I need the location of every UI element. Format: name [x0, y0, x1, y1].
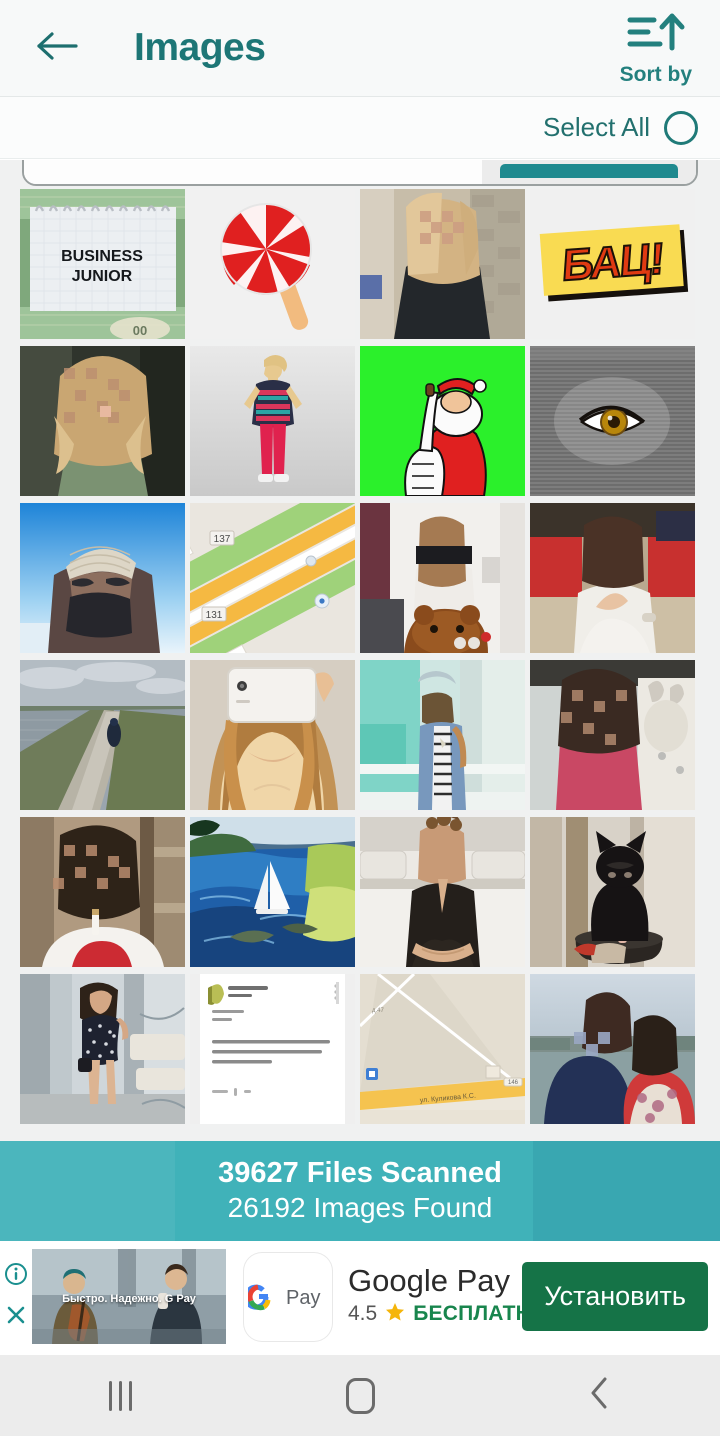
star-icon [384, 1301, 406, 1328]
image-grid-scroll-area[interactable]: 00 BUSINESS JUNIOR БАЦ! 137 131 ул. Кули… [0, 160, 720, 1141]
grid-item[interactable] [20, 503, 185, 653]
grid-item[interactable] [20, 974, 185, 1124]
grid-item[interactable] [530, 974, 695, 1124]
grid-item[interactable] [360, 346, 525, 496]
svg-text:137: 137 [214, 534, 231, 545]
grid-item[interactable] [190, 974, 355, 1124]
couple-outdoors [530, 974, 695, 1124]
grid-item[interactable] [530, 346, 695, 496]
back-nav-button[interactable] [480, 1355, 720, 1436]
grid-item[interactable] [20, 817, 185, 967]
google-pay-icon: Pay [244, 1252, 332, 1341]
eye-optical-illusion [530, 346, 695, 496]
images-found-label: 26192 Images Found [227, 1192, 493, 1224]
ad-title: Google Pay [348, 1263, 510, 1299]
scan-band-left-veil [0, 1141, 175, 1241]
grid-item[interactable] [190, 817, 355, 967]
grid-item[interactable] [360, 503, 525, 653]
grid-item[interactable] [20, 346, 185, 496]
svg-text:146: 146 [508, 1080, 519, 1086]
black-cat-sitting [530, 817, 695, 967]
grid-item[interactable] [190, 346, 355, 496]
svg-text:BUSINESS: BUSINESS [61, 248, 143, 265]
recents-icon [108, 1380, 132, 1411]
girl-pink-top-cat [530, 660, 695, 810]
sort-by-label: Sort by [619, 62, 692, 86]
select-all-checkbox[interactable] [664, 110, 698, 145]
business-junior-notebook: 00 BUSINESS JUNIOR [20, 189, 185, 339]
woman-black-blouse [360, 817, 525, 967]
sailboat-painting [190, 817, 355, 967]
girl-standing-studio [190, 346, 355, 496]
girl-denim-jacket [360, 660, 525, 810]
ad-subtitle: 4.5 БЕСПЛАТНО [348, 1301, 547, 1328]
scan-band-right-veil [533, 1141, 720, 1241]
search-apply-button[interactable] [482, 160, 696, 184]
arrow-left-icon [36, 29, 80, 68]
select-all-label: Select All [543, 112, 650, 142]
curly-hair-portrait [20, 346, 185, 496]
grid-item[interactable]: 137 131 [190, 503, 355, 653]
grid-item[interactable] [530, 817, 695, 967]
map-screenshot-street: ул. Куликова К.С. 146 д.47 [360, 974, 525, 1124]
phone-mirror-selfie [190, 660, 355, 810]
grid-item[interactable] [20, 660, 185, 810]
select-all-bar: Select All [0, 97, 720, 159]
winter-portrait-sky [20, 503, 185, 653]
grid-item[interactable] [530, 660, 695, 810]
svg-text:00: 00 [133, 323, 147, 338]
recents-button[interactable] [0, 1355, 240, 1436]
ad-banner[interactable]: Быстро. Надежно. G Pay Pay Google Pay 4.… [0, 1246, 720, 1347]
ad-rating: 4.5 [348, 1302, 378, 1326]
grid-item[interactable] [360, 189, 525, 339]
info-icon[interactable] [4, 1262, 28, 1291]
app-header: Images Sort by [0, 0, 720, 97]
grid-item[interactable]: ул. Куликова К.С. 146 д.47 [360, 974, 525, 1124]
grid-item[interactable] [360, 817, 525, 967]
svg-text:131: 131 [206, 610, 223, 621]
santa-thumbs-up [360, 346, 525, 496]
ad-marks [0, 1246, 32, 1347]
ad-media-thumbnail[interactable]: Быстро. Надежно. G Pay [32, 1249, 226, 1344]
svg-text:Pay: Pay [286, 1287, 320, 1309]
grid-item[interactable] [530, 503, 695, 653]
mirror-selfie-dress [20, 974, 185, 1124]
sort-ascending-icon [624, 10, 688, 61]
svg-text:БАЦ!: БАЦ! [561, 234, 665, 290]
sort-by-button[interactable]: Sort by [620, 10, 702, 87]
home-icon [345, 1377, 375, 1414]
grid-item[interactable]: 00 BUSINESS JUNIOR [20, 189, 185, 339]
grid-item[interactable] [360, 660, 525, 810]
coastal-path-walker [20, 660, 185, 810]
page-title: Images [134, 26, 266, 69]
candy-lollipop [190, 189, 355, 339]
back-button[interactable] [30, 20, 86, 76]
search-filter-strip[interactable] [22, 160, 698, 186]
android-navigation-bar [0, 1355, 720, 1436]
svg-text:д.47: д.47 [372, 1008, 385, 1014]
text-post-screenshot [190, 974, 355, 1124]
search-input[interactable] [24, 160, 482, 184]
back-icon [587, 1375, 613, 1416]
ad-text-block: Google Pay 4.5 БЕСПЛАТНО [348, 1263, 547, 1328]
person-with-teddy-bear [360, 503, 525, 653]
person-cigarette [20, 817, 185, 967]
grid-item[interactable]: БАЦ! [530, 189, 695, 339]
person-red-booth [530, 503, 695, 653]
grid-item[interactable] [190, 660, 355, 810]
map-screenshot-roads: 137 131 [190, 503, 355, 653]
grid-item[interactable] [190, 189, 355, 339]
image-grid: 00 BUSINESS JUNIOR БАЦ! 137 131 ул. Кули… [20, 189, 700, 1124]
home-button[interactable] [240, 1355, 480, 1436]
bats-meme-card: БАЦ! [530, 189, 695, 339]
close-icon[interactable] [4, 1303, 28, 1332]
scan-status-band: 39627 Files Scanned 26192 Images Found [0, 1141, 720, 1241]
install-button[interactable]: Установить [522, 1262, 708, 1331]
blonde-girl-selfie [360, 189, 525, 339]
files-scanned-label: 39627 Files Scanned [218, 1156, 502, 1189]
svg-text:JUNIOR: JUNIOR [72, 268, 133, 285]
ad-media-caption: Быстро. Надежно. G Pay [62, 1293, 196, 1305]
